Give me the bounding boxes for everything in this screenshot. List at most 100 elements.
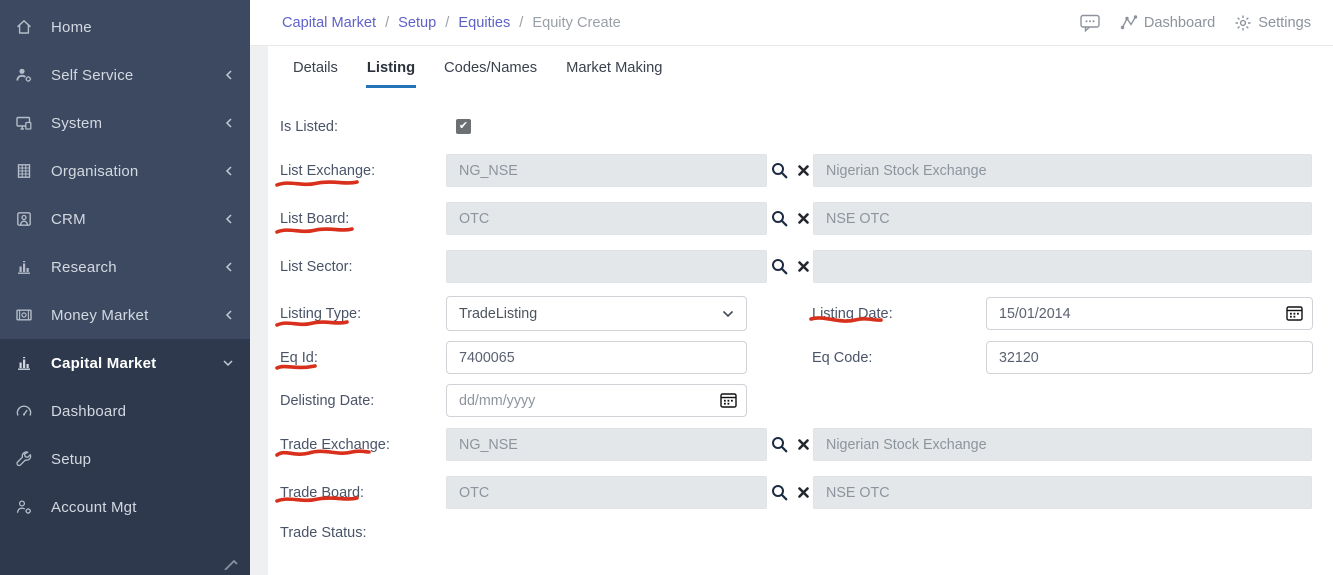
bar-chart-icon bbox=[14, 257, 34, 277]
sidebar-item-label: CRM bbox=[51, 210, 86, 228]
sidebar-item-setup[interactable]: Setup bbox=[0, 435, 250, 483]
sidebar-item-home[interactable]: Home bbox=[0, 3, 250, 51]
search-icon[interactable] bbox=[771, 258, 788, 275]
settings-button[interactable]: Settings bbox=[1234, 14, 1311, 32]
clear-x-icon[interactable] bbox=[798, 439, 809, 450]
breadcrumb-equities[interactable]: Equities bbox=[458, 15, 510, 31]
trade-board-name-input[interactable] bbox=[813, 476, 1312, 509]
app-window: Home Self Service System Organisation CR… bbox=[0, 0, 1333, 575]
sidebar-item-label: Dashboard bbox=[51, 402, 127, 420]
sidebar-item-capital-market[interactable]: Capital Market bbox=[0, 339, 250, 387]
chevron-down-icon bbox=[722, 310, 734, 317]
chevron-left-icon bbox=[224, 69, 234, 81]
main-area: Capital Market / Setup / Equities / Equi… bbox=[250, 0, 1333, 575]
sidebar-item-label: Organisation bbox=[51, 162, 139, 180]
sidebar-item-research[interactable]: Research bbox=[0, 243, 250, 291]
search-icon[interactable] bbox=[771, 484, 788, 501]
chevron-left-icon bbox=[224, 117, 234, 129]
equity-create-card: Details Listing Codes/Names Market Makin… bbox=[268, 46, 1333, 575]
breadcrumb-current-page: Equity Create bbox=[532, 14, 621, 31]
list-board-name-input[interactable] bbox=[813, 202, 1312, 235]
breadcrumb: Capital Market / Setup / Equities / Equi… bbox=[282, 15, 621, 31]
tab-details[interactable]: Details bbox=[292, 60, 339, 88]
clear-x-icon[interactable] bbox=[798, 487, 809, 498]
wrench-icon bbox=[14, 449, 34, 469]
breadcrumb-capital-market[interactable]: Capital Market bbox=[282, 15, 376, 31]
is-listed-checkbox[interactable]: ✔ bbox=[456, 119, 471, 134]
list-exchange-code-input[interactable] bbox=[446, 154, 767, 187]
sidebar-item-label: System bbox=[51, 114, 103, 132]
listing-date-input[interactable] bbox=[986, 297, 1313, 330]
building-icon bbox=[14, 161, 34, 181]
sidebar-item-money-market[interactable]: Money Market bbox=[0, 291, 250, 339]
row-listing-type-date: Listing Type: TradeListing Listing Date: bbox=[280, 296, 1313, 331]
calendar-icon[interactable] bbox=[1286, 305, 1303, 321]
content-area: Details Listing Codes/Names Market Makin… bbox=[250, 46, 1333, 575]
sidebar-item-label: Account Mgt bbox=[51, 498, 137, 516]
calendar-icon[interactable] bbox=[720, 392, 737, 408]
eq-id-input[interactable] bbox=[446, 341, 747, 374]
search-icon[interactable] bbox=[771, 436, 788, 453]
row-delisting-date: Delisting Date: bbox=[280, 384, 747, 417]
sidebar-item-self-service[interactable]: Self Service bbox=[0, 51, 250, 99]
tab-codes-names[interactable]: Codes/Names bbox=[443, 60, 538, 88]
list-sector-code-input[interactable] bbox=[446, 250, 767, 283]
row-list-exchange: List Exchange: bbox=[280, 154, 1312, 187]
row-is-listed: Is Listed: ✔ bbox=[280, 110, 471, 143]
chevron-left-icon bbox=[224, 165, 234, 177]
delisting-date-input[interactable] bbox=[446, 384, 747, 417]
banknote-icon bbox=[14, 305, 34, 325]
eq-id-label: Eq Id: bbox=[280, 349, 318, 366]
eq-code-input[interactable] bbox=[986, 341, 1313, 374]
sidebar-item-crm[interactable]: CRM bbox=[0, 195, 250, 243]
listing-type-value: TradeListing bbox=[459, 305, 538, 322]
list-sector-label: List Sector: bbox=[280, 258, 353, 275]
person-gear-icon bbox=[14, 497, 34, 517]
list-board-code-input[interactable] bbox=[446, 202, 767, 235]
gauge-icon bbox=[14, 401, 34, 421]
clear-x-icon[interactable] bbox=[798, 261, 809, 272]
trade-exchange-code-input[interactable] bbox=[446, 428, 767, 461]
sidebar-item-label: Research bbox=[51, 258, 117, 276]
search-icon[interactable] bbox=[771, 162, 788, 179]
search-icon[interactable] bbox=[771, 210, 788, 227]
sidebar-item-label: Money Market bbox=[51, 306, 149, 324]
breadcrumb-setup[interactable]: Setup bbox=[398, 15, 436, 31]
chevron-left-icon bbox=[224, 213, 234, 225]
breadcrumb-separator: / bbox=[519, 14, 524, 31]
is-listed-label: Is Listed: bbox=[280, 118, 339, 135]
sidebar-item-system[interactable]: System bbox=[0, 99, 250, 147]
sidebar-item-organisation[interactable]: Organisation bbox=[0, 147, 250, 195]
breadcrumb-separator: / bbox=[385, 14, 390, 31]
trade-board-code-input[interactable] bbox=[446, 476, 767, 509]
sidebar-item-label: Home bbox=[51, 18, 92, 36]
tab-market-making[interactable]: Market Making bbox=[565, 60, 663, 88]
chevron-down-icon bbox=[222, 358, 234, 368]
capital-market-group: Capital Market Dashboard Setup Account M… bbox=[0, 339, 250, 575]
tab-listing[interactable]: Listing bbox=[365, 60, 417, 88]
sidebar-collapse-icon[interactable] bbox=[222, 557, 238, 575]
trade-board-label: Trade Board: bbox=[280, 484, 365, 501]
dashboard-action-label: Dashboard bbox=[1143, 14, 1216, 31]
clear-x-icon[interactable] bbox=[798, 213, 809, 224]
trade-exchange-name-input[interactable] bbox=[813, 428, 1312, 461]
sidebar-item-dashboard[interactable]: Dashboard bbox=[0, 387, 250, 435]
clear-x-icon[interactable] bbox=[798, 165, 809, 176]
list-sector-name-input[interactable] bbox=[813, 250, 1312, 283]
sidebar-item-label: Setup bbox=[51, 450, 92, 468]
bar-chart-icon bbox=[14, 353, 34, 373]
dashboard-button[interactable]: Dashboard bbox=[1120, 14, 1215, 31]
eq-code-label: Eq Code: bbox=[812, 349, 873, 366]
row-eq-id-code: Eq Id: Eq Code: bbox=[280, 341, 1313, 374]
listing-type-select[interactable]: TradeListing bbox=[446, 296, 747, 331]
sidebar-item-label: Self Service bbox=[51, 66, 134, 84]
comments-button[interactable] bbox=[1080, 14, 1101, 32]
node-graph-icon bbox=[1120, 15, 1138, 30]
row-trade-status: Trade Status: bbox=[280, 516, 446, 549]
trade-exchange-label: Trade Exchange: bbox=[280, 436, 390, 453]
list-exchange-name-input[interactable] bbox=[813, 154, 1312, 187]
breadcrumb-separator: / bbox=[445, 14, 450, 31]
sidebar-item-label: Capital Market bbox=[51, 354, 157, 372]
sidebar-item-account-mgt[interactable]: Account Mgt bbox=[0, 483, 250, 531]
tab-bar: Details Listing Codes/Names Market Makin… bbox=[292, 60, 663, 88]
